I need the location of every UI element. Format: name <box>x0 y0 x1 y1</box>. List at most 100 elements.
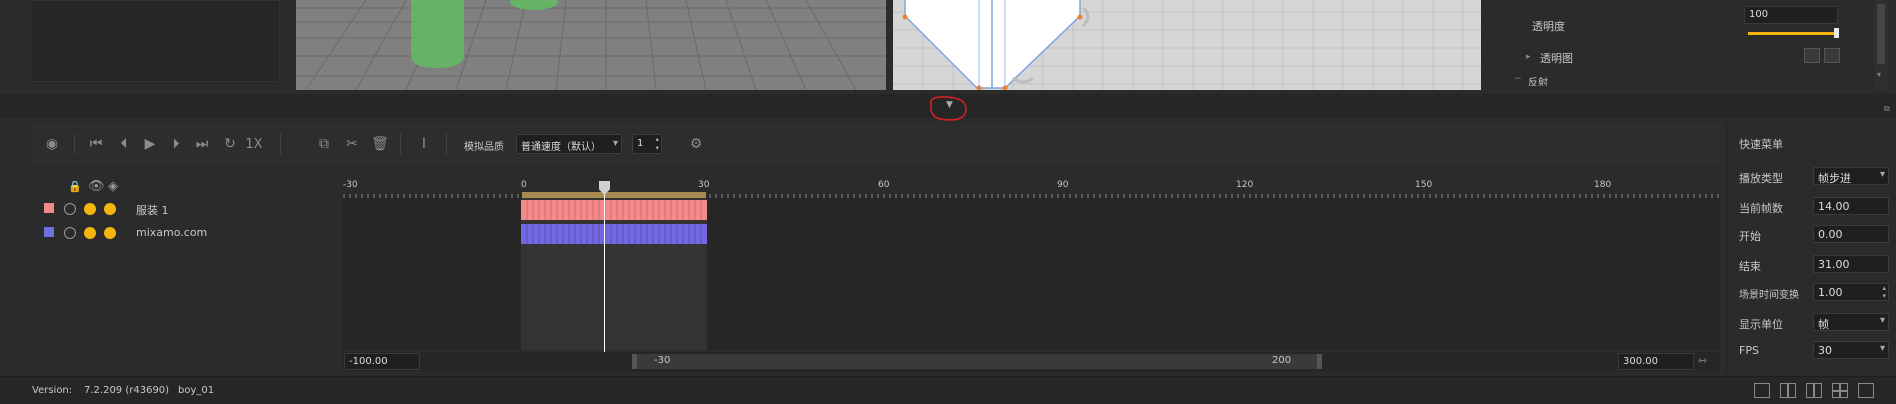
opacity-input[interactable]: 100 <box>1744 6 1838 24</box>
record-icon[interactable]: ◉ <box>42 134 62 154</box>
display-unit-select[interactable]: 帧 <box>1813 313 1889 331</box>
next-frame-icon[interactable]: ⏵ <box>166 134 186 154</box>
pattern-grid <box>893 0 1481 90</box>
range-start-label: -30 <box>654 355 671 366</box>
end-input[interactable]: 31.00 <box>1813 255 1889 273</box>
collapse-panel-icon[interactable]: ▼ <box>946 100 953 110</box>
layout-split-icon[interactable] <box>1780 383 1796 398</box>
insert-cursor-icon[interactable]: I <box>414 134 434 154</box>
track-list: 服装 1 mixamo.com <box>30 198 340 350</box>
scroll-down-icon[interactable]: ▾ <box>1877 70 1881 79</box>
panel-divider[interactable]: ▼ ⧉ <box>0 94 1896 121</box>
ruler-label: -30 <box>343 180 358 190</box>
texture-grid-icon[interactable] <box>1804 48 1820 63</box>
ruler-label: 150 <box>1415 180 1433 190</box>
viewport-grid <box>296 0 886 90</box>
visibility-eye-icon[interactable]: 👁 <box>88 179 105 194</box>
sim-quality-select[interactable]: 普通速度（默认） ▾ <box>516 134 622 154</box>
loop-icon[interactable]: ↻ <box>220 134 240 154</box>
track-row[interactable]: mixamo.com <box>30 222 340 244</box>
time-scale-label: 场景时间变换 <box>1739 290 1799 301</box>
current-frame-label: 当前帧数 <box>1739 202 1783 215</box>
collapse-arrow-icon[interactable]: − <box>1514 74 1522 84</box>
view-end-input[interactable]: 300.00 <box>1618 353 1694 370</box>
stepper-arrows-icon[interactable]: ▴ ▾ <box>1882 284 1886 300</box>
copy-icon[interactable]: ⧉ <box>314 134 334 154</box>
delete-texture-icon[interactable] <box>1824 48 1840 63</box>
layout-custom-icon[interactable] <box>1858 383 1874 398</box>
ruler-label: 90 <box>1057 180 1069 190</box>
layout-three-icon[interactable] <box>1806 383 1822 398</box>
track-row[interactable]: 服装 1 <box>30 198 340 220</box>
trash-icon[interactable]: 🗑 <box>370 134 390 154</box>
dropdown-arrow-icon: ▾ <box>612 138 618 149</box>
opacity-label: 透明度 <box>1532 20 1565 33</box>
3d-viewport[interactable] <box>296 0 886 90</box>
status-bar: Version: 7.2.209 (r43690) boy_01 <box>0 376 1896 404</box>
lock-toggle[interactable] <box>64 227 76 239</box>
keyframe-toggle[interactable] <box>104 227 116 239</box>
clip-bar-cloth[interactable] <box>521 200 707 220</box>
animation-toolbar: ◉ ⏮ ⏴ ▶ ⏵ ⏭ ↻ 1X ⧉ ✂ 🗑 I 模拟品质 普通速度（默认） ▾… <box>30 124 1720 164</box>
fit-range-icon[interactable]: ⇿ <box>1698 354 1707 367</box>
property-panel: 透明度 100 ▸ 透明图 − 反射 <box>1508 0 1878 90</box>
simulation-settings-icon[interactable]: ⚙ <box>686 134 706 154</box>
track-name: 服装 1 <box>136 204 169 217</box>
layout-single-icon[interactable] <box>1754 383 1770 398</box>
playback-speed-button[interactable]: 1X <box>244 134 264 154</box>
ruler-label: 30 <box>698 180 710 190</box>
track-color-swatch <box>44 227 54 237</box>
opacity-slider[interactable] <box>1748 32 1834 35</box>
version-label: Version: <box>32 385 73 396</box>
ruler-label: 120 <box>1236 180 1254 190</box>
keyframe-icon[interactable]: ◈ <box>108 179 118 194</box>
range-scroll-thumb[interactable]: -30 200 <box>632 354 1322 369</box>
start-input[interactable]: 0.00 <box>1813 225 1889 243</box>
timeline-ruler[interactable]: -30 0 30 60 90 120 150 180 <box>342 178 1720 198</box>
ruler-ticks <box>343 192 1719 198</box>
property-scrollbar[interactable]: ▾ <box>1874 0 1888 90</box>
go-to-start-icon[interactable]: ⏮ <box>86 134 106 154</box>
lock-icon[interactable]: 🔒 <box>68 180 82 193</box>
section-label-reflection: 反射 <box>1528 78 1548 86</box>
fps-select[interactable]: 30 <box>1813 341 1889 359</box>
fps-label: FPS <box>1739 344 1759 357</box>
range-right-handle[interactable] <box>1317 354 1322 369</box>
track-color-swatch <box>44 203 54 213</box>
play-type-select[interactable]: 帧步进 <box>1813 167 1889 185</box>
current-frame-input[interactable]: 14.00 <box>1813 197 1889 215</box>
expand-arrow-icon[interactable]: ▸ <box>1526 52 1531 62</box>
play-type-label: 播放类型 <box>1739 172 1783 185</box>
sim-quality-value: 普通速度（默认） <box>521 142 601 153</box>
previous-frame-icon[interactable]: ⏴ <box>114 134 134 154</box>
visibility-toggle[interactable] <box>84 227 96 239</box>
range-left-handle[interactable] <box>632 354 637 369</box>
opacity-slider-handle[interactable] <box>1834 28 1839 38</box>
sim-quality-label: 模拟品质 <box>464 142 504 153</box>
go-to-end-icon[interactable]: ⏭ <box>192 134 212 154</box>
clip-keyframes <box>526 224 702 244</box>
version-value: 7.2.209 (r43690) <box>84 385 170 396</box>
quick-menu-panel: 快速菜单 播放类型 帧步进 当前帧数 14.00 开始 0.00 结束 31.0… <box>1726 124 1896 374</box>
quick-menu-title: 快速菜单 <box>1739 138 1783 151</box>
clip-bar-mixamo[interactable] <box>521 224 707 244</box>
project-name: boy_01 <box>178 385 215 396</box>
start-label: 开始 <box>1739 230 1761 243</box>
timeline-range-bar[interactable]: -100.00 -30 200 300.00 ⇿ <box>342 352 1720 372</box>
step-stepper[interactable]: 1 ▴ ▾ <box>632 134 662 154</box>
step-value: 1 <box>637 138 644 149</box>
visibility-toggle[interactable] <box>84 203 96 215</box>
2d-pattern-viewport[interactable] <box>893 0 1481 90</box>
stepper-arrows-icon[interactable]: ▴ ▾ <box>655 135 659 153</box>
end-label: 结束 <box>1739 260 1761 273</box>
cut-icon[interactable]: ✂ <box>342 134 362 154</box>
layout-quad-icon[interactable] <box>1832 383 1848 398</box>
playhead-line <box>604 182 605 352</box>
time-scale-stepper[interactable]: 1.00 ▴ ▾ <box>1813 283 1889 301</box>
play-icon[interactable]: ▶ <box>140 134 160 154</box>
lock-toggle[interactable] <box>64 203 76 215</box>
keyframe-toggle[interactable] <box>104 203 116 215</box>
active-frame-range <box>521 198 707 350</box>
detach-panel-icon[interactable]: ⧉ <box>1884 104 1890 114</box>
view-start-input[interactable]: -100.00 <box>344 353 420 370</box>
